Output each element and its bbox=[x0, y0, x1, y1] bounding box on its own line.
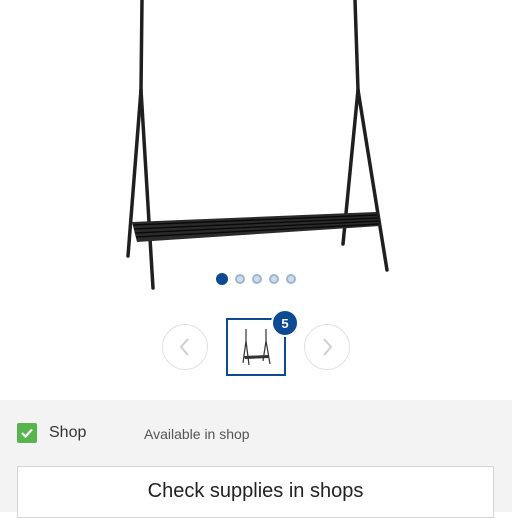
image-count-badge: 5 bbox=[271, 309, 299, 337]
previous-image-button[interactable] bbox=[162, 324, 208, 370]
clothes-rack-image bbox=[126, 0, 389, 290]
gallery-dot-2[interactable] bbox=[235, 274, 245, 284]
gallery-dot-5[interactable] bbox=[286, 274, 296, 284]
shop-label: Shop bbox=[49, 424, 87, 441]
checkmark-icon bbox=[21, 428, 33, 439]
next-image-button[interactable] bbox=[304, 324, 350, 370]
availability-status: Available in shop bbox=[144, 426, 250, 442]
gallery-dot-1[interactable] bbox=[216, 273, 228, 285]
check-supplies-button[interactable]: Check supplies in shops bbox=[17, 466, 494, 518]
chevron-left-icon bbox=[179, 338, 189, 356]
availability-panel: Shop Available in shop Check supplies in… bbox=[0, 400, 512, 518]
shop-availability-row: Shop Available in shop bbox=[0, 422, 512, 446]
gallery-dot-3[interactable] bbox=[252, 274, 262, 284]
shop-checkbox[interactable] bbox=[17, 423, 37, 443]
gallery-pagination bbox=[0, 272, 512, 286]
product-image[interactable] bbox=[0, 0, 512, 300]
clothes-rack-thumbnail-image bbox=[242, 329, 271, 366]
gallery-dot-4[interactable] bbox=[269, 274, 279, 284]
chevron-right-icon bbox=[323, 338, 333, 356]
